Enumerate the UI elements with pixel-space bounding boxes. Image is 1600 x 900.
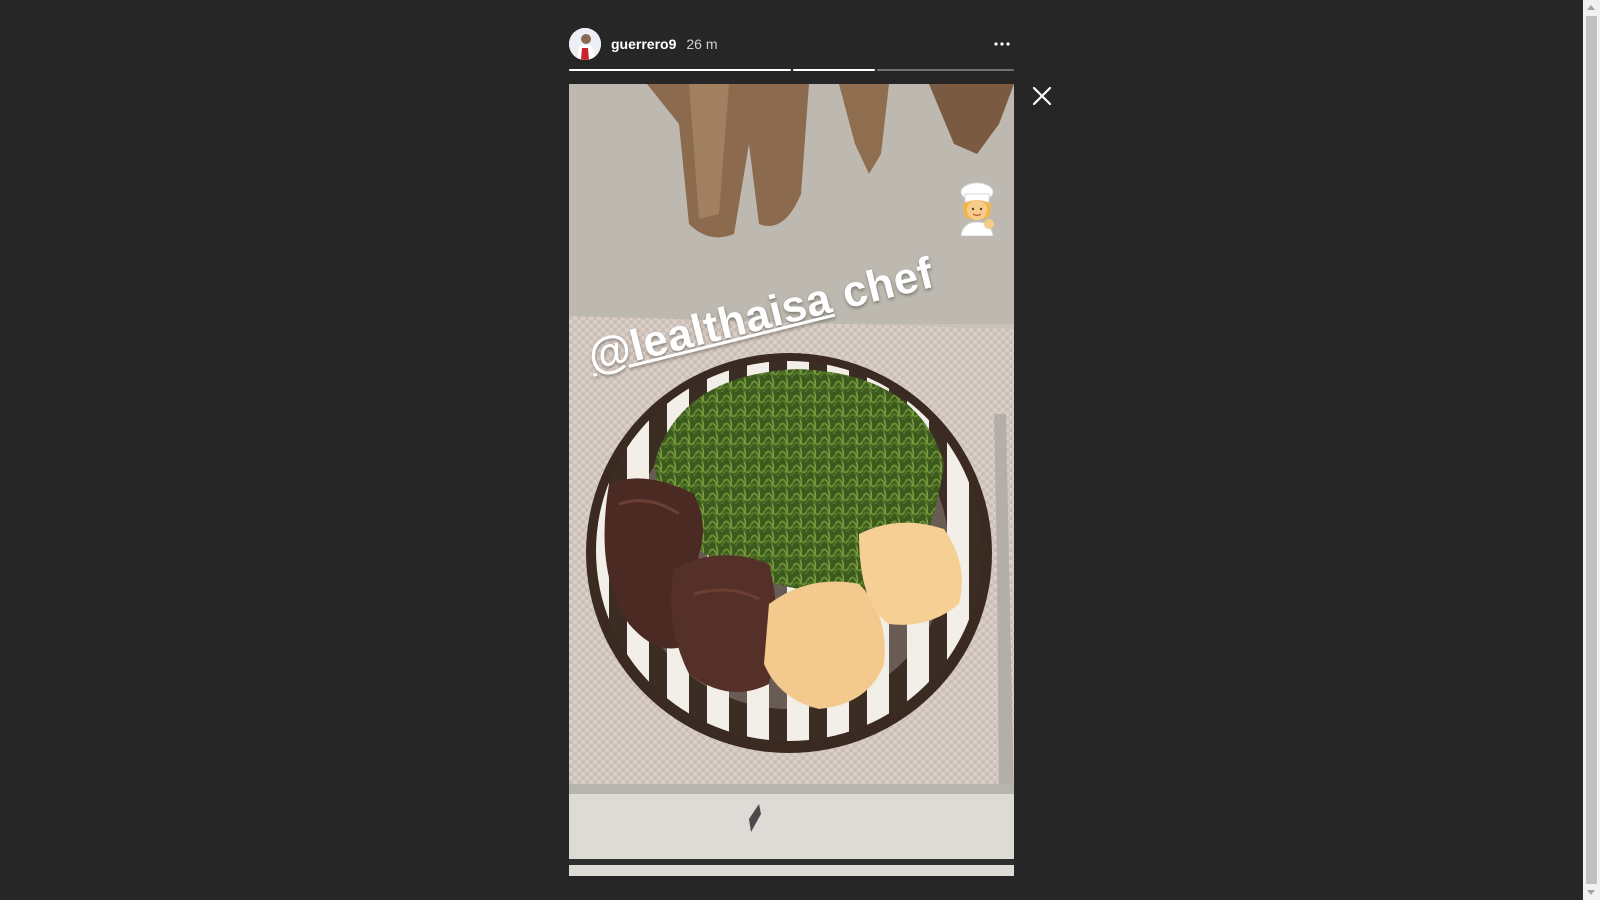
story-header: guerrero9 26 m [569,26,1014,62]
username[interactable]: guerrero9 [611,36,676,52]
more-options-button[interactable] [990,32,1014,56]
chef-emoji-icon [955,182,999,237]
scroll-thumb[interactable] [1586,16,1597,884]
scroll-down-icon[interactable] [1587,890,1595,895]
close-button[interactable] [1030,84,1054,108]
story-image[interactable]: @lealthaisa chef [569,84,1014,876]
vertical-scrollbar[interactable] [1583,0,1600,900]
story-viewer: guerrero9 26 m @lealthaisa chef [0,0,1600,900]
progress-segment [793,69,875,71]
food-photo [569,84,1014,876]
progress-fill [569,69,791,71]
story-progress [569,69,1014,72]
more-options-icon [994,42,1010,46]
scroll-up-icon[interactable] [1587,5,1595,10]
close-icon [1032,86,1052,106]
post-timestamp: 26 m [686,36,718,52]
progress-segment [877,69,1014,71]
progress-segment [569,69,791,71]
progress-fill [793,69,875,71]
avatar[interactable] [569,28,601,60]
